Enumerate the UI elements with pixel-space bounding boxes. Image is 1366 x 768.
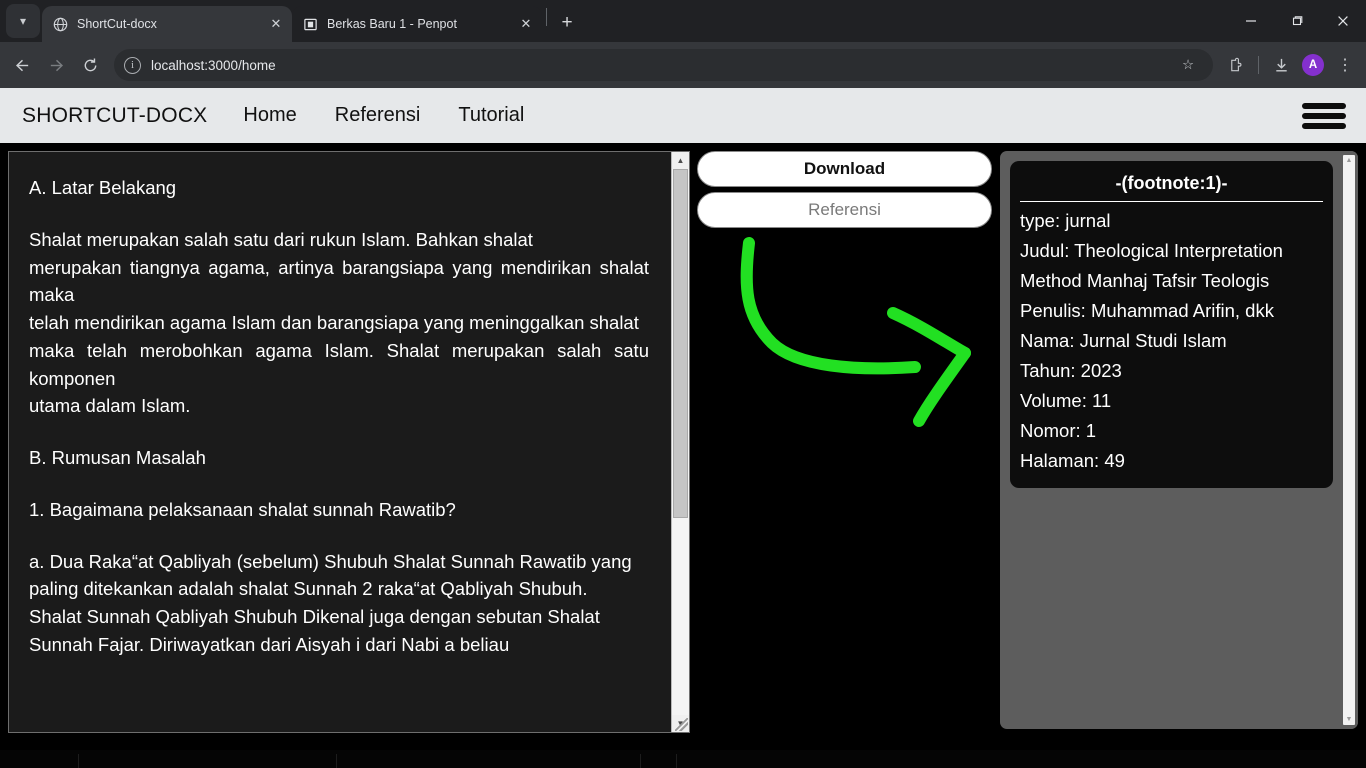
footnote-panel[interactable]: -(footnote:1)- type: jurnal Judul: Theol… (1000, 151, 1358, 729)
footnote-scrollbar-track[interactable]: ▲ ▼ (1343, 155, 1355, 725)
minimize-button[interactable] (1228, 0, 1274, 42)
tab-strip: ▾ ShortCut-docx ✕ Berkas Baru 1 - Penpot (0, 0, 1366, 42)
nav-item-referensi[interactable]: Referensi (335, 104, 421, 127)
close-window-button[interactable] (1320, 0, 1366, 42)
doc-paragraph: paling ditekankan adalah shalat Sunnah 2… (29, 578, 588, 600)
footnote-field-volume: Volume: 11 (1020, 389, 1112, 411)
window-controls (1228, 0, 1366, 42)
scrollbar-thumb[interactable] (673, 169, 688, 519)
scroll-down-arrow-icon[interactable]: ▼ (1346, 716, 1353, 723)
resize-grip[interactable] (675, 718, 688, 731)
nav-item-tutorial[interactable]: Tutorial (458, 104, 524, 127)
nav-item-home[interactable]: Home (243, 104, 296, 127)
back-icon[interactable] (6, 49, 38, 81)
footnote-card: -(footnote:1)- type: jurnal Judul: Theol… (1010, 161, 1333, 488)
doc-paragraph: Sunnah Fajar. Diriwayatkan dari Aisyah i… (29, 633, 510, 655)
extensions-puzzle-icon[interactable] (1221, 50, 1251, 80)
new-tab-button[interactable]: + (553, 9, 581, 37)
browser-chrome: ▾ ShortCut-docx ✕ Berkas Baru 1 - Penpot (0, 0, 1366, 88)
maximize-button[interactable] (1274, 0, 1320, 42)
browser-toolbar: i localhost:3000/home ☆ A ⋮ (0, 42, 1366, 88)
doc-paragraph: Shalat merupakan salah satu dari rukun I… (29, 228, 533, 250)
actions-column: Download Referensi (697, 151, 992, 733)
footnote-field-nama: Nama: Jurnal Studi Islam (1020, 329, 1227, 351)
tab-divider (546, 8, 547, 26)
scrollbar-track[interactable] (672, 169, 689, 715)
tab-search-button[interactable]: ▾ (6, 4, 40, 38)
doc-paragraph: 1. Bagaimana pelaksanaan shalat sunnah R… (29, 498, 456, 520)
main-content: A. Latar Belakang Shalat merupakan salah… (0, 143, 1366, 768)
doc-paragraph: utama dalam Islam. (29, 395, 191, 417)
footnote-field-judul: Judul: Theological Interpretation Method… (1020, 239, 1283, 291)
document-preview-panel[interactable]: A. Latar Belakang Shalat merupakan salah… (8, 151, 690, 733)
footnote-field-nomor: Nomor: 1 (1020, 419, 1097, 441)
taskbar (0, 750, 1366, 768)
info-circle-icon[interactable]: i (124, 56, 141, 74)
close-icon[interactable]: ✕ (516, 14, 536, 34)
doc-paragraph: B. Rumusan Masalah (29, 447, 206, 468)
browser-menu-icon[interactable]: ⋮ (1330, 50, 1360, 80)
profile-avatar[interactable]: A (1298, 50, 1328, 80)
footnote-field-halaman: Halaman: 49 (1020, 449, 1125, 471)
browser-tab-shortcut-docx[interactable]: ShortCut-docx ✕ (42, 6, 292, 42)
doc-paragraph: maka telah merobohkan agama Islam. Shala… (29, 339, 649, 389)
doc-paragraph: telah mendirikan agama Islam dan barangs… (29, 312, 639, 333)
nav-links: Home Referensi Tutorial (243, 104, 524, 127)
document-scrollbar[interactable]: ▲ ▼ (671, 152, 689, 732)
footnote-field-penulis: Penulis: Muhammad Arifin, dkk (1020, 299, 1274, 321)
url-text: localhost:3000/home (151, 57, 276, 73)
bookmark-star-icon[interactable]: ☆ (1173, 50, 1203, 80)
tab-title: Berkas Baru 1 - Penpot (327, 17, 457, 31)
document-text: A. Latar Belakang Shalat merupakan salah… (9, 152, 671, 732)
browser-tab-penpot[interactable]: Berkas Baru 1 - Penpot ✕ (292, 6, 542, 42)
footnote-scrollbar[interactable]: ▲ ▼ (1343, 151, 1358, 729)
toolbar-actions: A ⋮ (1221, 50, 1360, 80)
footnote-field-tahun: Tahun: 2023 (1020, 359, 1122, 381)
close-icon[interactable]: ✕ (266, 14, 286, 34)
doc-spacer (29, 420, 649, 444)
doc-paragraph: A. Latar Belakang (29, 177, 177, 198)
doc-paragraph: a. Dua Raka“at Qabliyah (sebelum) Shubuh… (29, 550, 632, 572)
app-navbar: SHORTCUT-DOCX Home Referensi Tutorial (0, 88, 1366, 143)
avatar: A (1302, 54, 1324, 76)
referensi-button[interactable]: Referensi (697, 192, 992, 228)
download-button[interactable]: Download (697, 151, 992, 187)
hamburger-menu-icon[interactable] (1302, 100, 1346, 132)
doc-spacer (29, 524, 649, 548)
toolbar-divider (1258, 56, 1259, 74)
chevron-down-icon: ▾ (19, 14, 27, 28)
doc-spacer (29, 472, 649, 496)
green-arrow-annotation (740, 237, 971, 427)
page-title: SHORTCUT-DOCX (22, 103, 208, 127)
globe-icon (52, 16, 69, 33)
tab-title: ShortCut-docx (77, 17, 157, 31)
footnote-card-title: -(footnote:1)- (1020, 167, 1323, 202)
reload-icon[interactable] (74, 49, 106, 81)
penpot-icon (302, 16, 319, 33)
forward-icon[interactable] (40, 49, 72, 81)
doc-paragraph: merupakan tiangnya agama, artinya barang… (29, 256, 649, 306)
footnote-panel-body: -(footnote:1)- type: jurnal Judul: Theol… (1000, 151, 1343, 729)
doc-paragraph: Shalat Sunnah Qabliyah Shubuh Dikenal ju… (29, 606, 600, 627)
footnote-field-type: type: jurnal (1020, 210, 1111, 231)
scroll-up-arrow-icon[interactable]: ▲ (1346, 157, 1353, 164)
downloads-icon[interactable] (1266, 50, 1296, 80)
address-bar[interactable]: i localhost:3000/home ☆ (114, 49, 1213, 81)
doc-spacer (29, 202, 649, 226)
scroll-up-arrow-icon[interactable]: ▲ (672, 152, 689, 169)
